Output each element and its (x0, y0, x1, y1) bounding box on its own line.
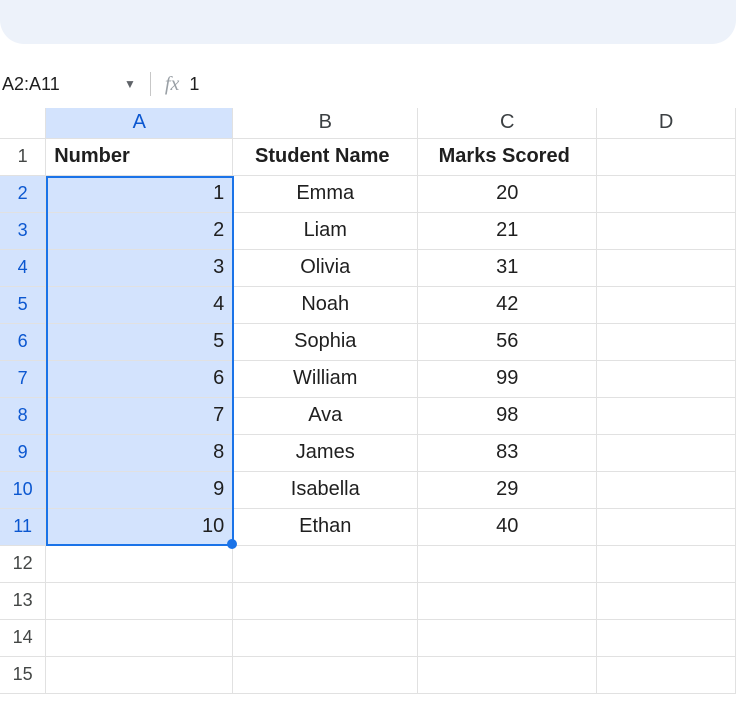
cell-d12[interactable] (597, 545, 736, 582)
name-box-value: A2:A11 (0, 74, 110, 95)
cell-d5[interactable] (597, 286, 736, 323)
cell-c11[interactable]: 40 (418, 508, 597, 545)
cell-b3[interactable]: Liam (233, 212, 418, 249)
cell-b11[interactable]: Ethan (233, 508, 418, 545)
cell-b7[interactable]: William (233, 360, 418, 397)
cell-b6[interactable]: Sophia (233, 323, 418, 360)
cell-d3[interactable] (597, 212, 736, 249)
row-header-14[interactable]: 14 (0, 619, 46, 656)
cell-d4[interactable] (597, 249, 736, 286)
cell-a15[interactable] (46, 656, 233, 693)
cell-c15[interactable] (418, 656, 597, 693)
cell-a5[interactable]: 4 (46, 286, 233, 323)
row-header-3[interactable]: 3 (0, 212, 46, 249)
row-header-10[interactable]: 10 (0, 471, 46, 508)
cell-a14[interactable] (46, 619, 233, 656)
fx-icon: fx (165, 73, 179, 96)
cell-c4[interactable]: 31 (418, 249, 597, 286)
cell-a2[interactable]: 1 (46, 175, 233, 212)
cell-c12[interactable] (418, 545, 597, 582)
cell-c8[interactable]: 98 (418, 397, 597, 434)
cell-b5[interactable]: Noah (233, 286, 418, 323)
name-box[interactable]: A2:A11 ▼ (0, 74, 136, 95)
row-header-5[interactable]: 5 (0, 286, 46, 323)
fill-handle[interactable] (227, 539, 237, 549)
divider (150, 72, 151, 96)
cell-a6[interactable]: 5 (46, 323, 233, 360)
cell-d11[interactable] (597, 508, 736, 545)
name-fx-bar: A2:A11 ▼ fx 1 (0, 64, 736, 104)
cell-b2[interactable]: Emma (233, 175, 418, 212)
cell-d8[interactable] (597, 397, 736, 434)
cell-a12[interactable] (46, 545, 233, 582)
cell-a3[interactable]: 2 (46, 212, 233, 249)
row-header-1[interactable]: 1 (0, 138, 46, 175)
col-header-a[interactable]: A (46, 108, 233, 138)
row-header-8[interactable]: 8 (0, 397, 46, 434)
cell-b14[interactable] (233, 619, 418, 656)
toolbar-background (0, 0, 736, 44)
cell-d10[interactable] (597, 471, 736, 508)
cell-d13[interactable] (597, 582, 736, 619)
cell-a11[interactable]: 10 (46, 508, 233, 545)
cell-c13[interactable] (418, 582, 597, 619)
cell-c10[interactable]: 29 (418, 471, 597, 508)
cell-a4[interactable]: 3 (46, 249, 233, 286)
row-header-13[interactable]: 13 (0, 582, 46, 619)
cell-c9[interactable]: 83 (418, 434, 597, 471)
col-header-b[interactable]: B (233, 108, 418, 138)
corner-cell[interactable] (0, 108, 46, 138)
cell-c1[interactable]: Marks Scored (418, 138, 597, 175)
chevron-down-icon: ▼ (124, 77, 136, 91)
cell-b12[interactable] (233, 545, 418, 582)
cell-a7[interactable]: 6 (46, 360, 233, 397)
cell-b10[interactable]: Isabella (233, 471, 418, 508)
cell-c14[interactable] (418, 619, 597, 656)
cell-b8[interactable]: Ava (233, 397, 418, 434)
cell-b15[interactable] (233, 656, 418, 693)
cell-d1[interactable] (597, 138, 736, 175)
cell-c5[interactable]: 42 (418, 286, 597, 323)
row-header-4[interactable]: 4 (0, 249, 46, 286)
row-header-6[interactable]: 6 (0, 323, 46, 360)
formula-value[interactable]: 1 (189, 74, 199, 95)
col-header-d[interactable]: D (597, 108, 736, 138)
cell-d9[interactable] (597, 434, 736, 471)
cell-a9[interactable]: 8 (46, 434, 233, 471)
row-header-7[interactable]: 7 (0, 360, 46, 397)
sheet-area: A B C D 1 Number Student Name Marks Scor… (0, 108, 736, 694)
cell-a8[interactable]: 7 (46, 397, 233, 434)
col-header-c[interactable]: C (418, 108, 597, 138)
cell-d6[interactable] (597, 323, 736, 360)
cell-c7[interactable]: 99 (418, 360, 597, 397)
cell-d14[interactable] (597, 619, 736, 656)
cell-b9[interactable]: James (233, 434, 418, 471)
cell-b4[interactable]: Olivia (233, 249, 418, 286)
row-header-15[interactable]: 15 (0, 656, 46, 693)
cell-c2[interactable]: 20 (418, 175, 597, 212)
row-header-12[interactable]: 12 (0, 545, 46, 582)
row-header-9[interactable]: 9 (0, 434, 46, 471)
cell-a1[interactable]: Number (46, 138, 233, 175)
row-header-2[interactable]: 2 (0, 175, 46, 212)
cell-c3[interactable]: 21 (418, 212, 597, 249)
cell-d2[interactable] (597, 175, 736, 212)
cell-c6[interactable]: 56 (418, 323, 597, 360)
row-header-11[interactable]: 11 (0, 508, 46, 545)
cell-b13[interactable] (233, 582, 418, 619)
cell-d7[interactable] (597, 360, 736, 397)
cell-d15[interactable] (597, 656, 736, 693)
cell-b1[interactable]: Student Name (233, 138, 418, 175)
spreadsheet-grid[interactable]: A B C D 1 Number Student Name Marks Scor… (0, 108, 736, 694)
cell-a13[interactable] (46, 582, 233, 619)
cell-a10[interactable]: 9 (46, 471, 233, 508)
